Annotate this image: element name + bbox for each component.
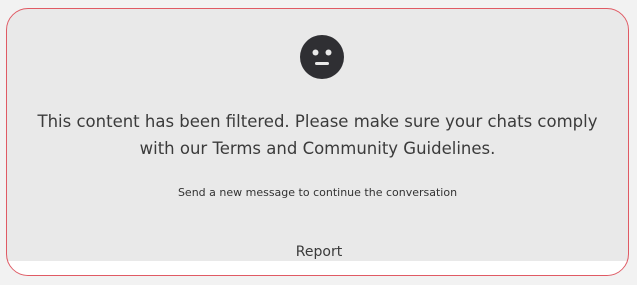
filtered-message-line-1: This content has been filtered. Please m…: [37, 112, 598, 131]
continue-hint: Send a new message to continue the conve…: [177, 186, 458, 199]
neutral-face-icon: [299, 34, 345, 80]
page: This content has been filtered. Please m…: [0, 0, 637, 285]
filtered-message-line-2: with our Terms and Community Guidelines.: [139, 139, 496, 158]
filtered-content-notice: This content has been filtered. Please m…: [6, 8, 629, 276]
panel-bottom-strip: [7, 261, 628, 275]
filtered-message: This content has been filtered. Please m…: [7, 108, 628, 162]
